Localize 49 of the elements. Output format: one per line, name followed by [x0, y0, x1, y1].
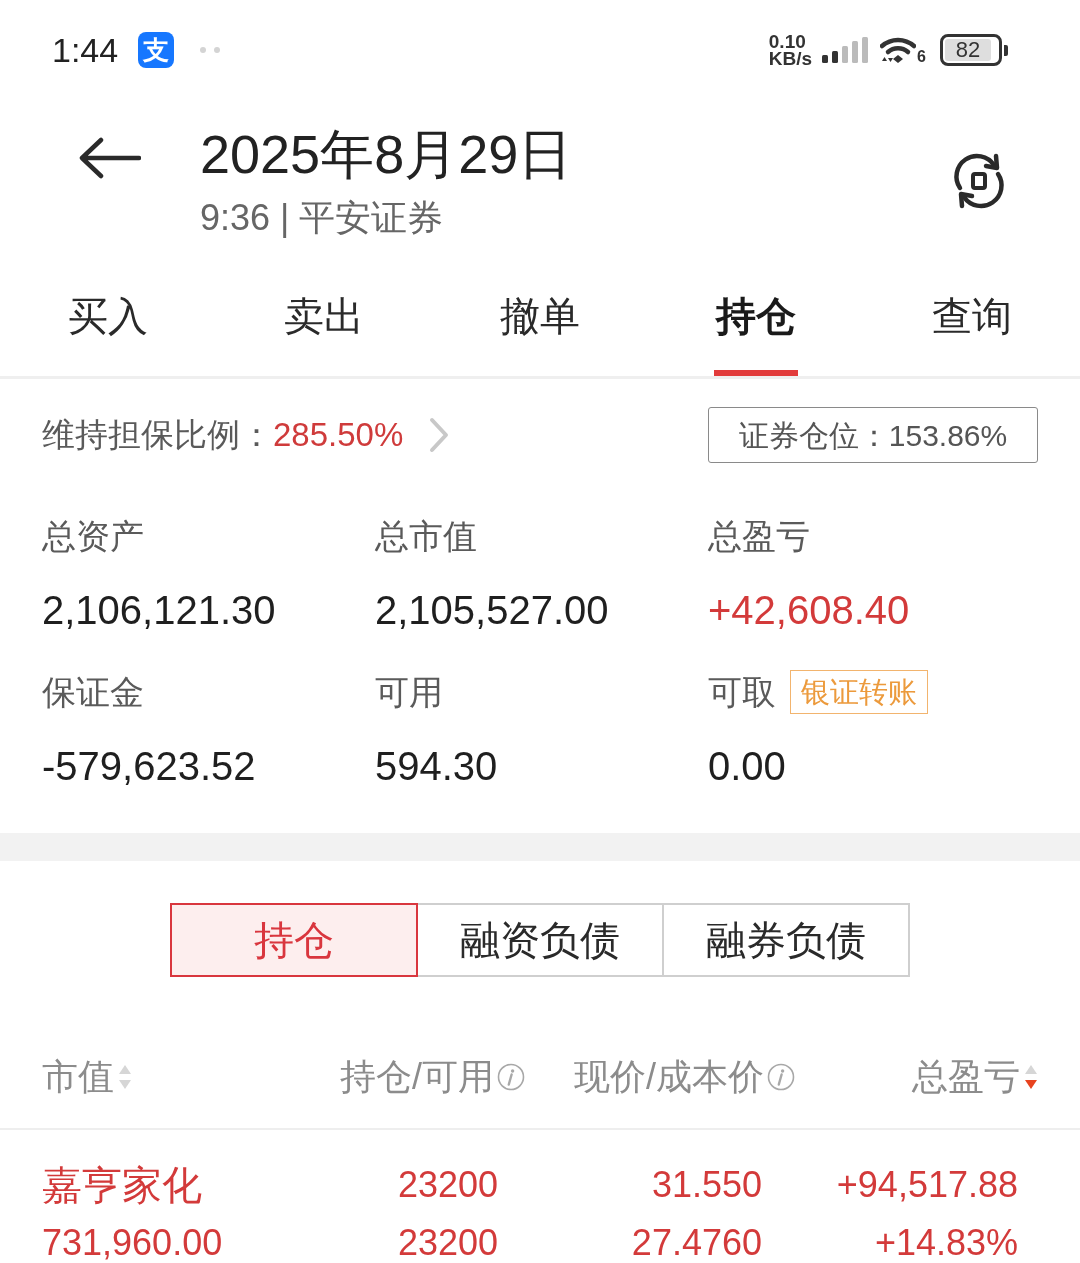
- signal-icon: [822, 37, 869, 63]
- summary-value: +42,608.40: [708, 587, 911, 634]
- holding-tab[interactable]: 融券负债: [662, 903, 910, 977]
- summary-label: 保证金: [42, 672, 144, 712]
- margin-ratio-label: 维持担保比例：: [42, 415, 273, 456]
- summary-label: 总盈亏: [708, 516, 810, 556]
- market-value: 731,960.00: [42, 1223, 224, 1263]
- wifi-icon: [880, 35, 917, 65]
- stock-name: 嘉亨家化: [42, 1165, 203, 1205]
- summary-label: 总资产: [42, 516, 144, 556]
- summary-label: 可用: [375, 672, 443, 712]
- column-header: 现价/成本价: [574, 1054, 764, 1099]
- wifi-standard-label: 6: [917, 49, 926, 65]
- summary-value: 594.30: [375, 743, 499, 790]
- profit-percent: +14.83%: [873, 1223, 1018, 1263]
- page-subtitle: 9:36 | 平安证券: [200, 196, 445, 240]
- info-icon[interactable]: [497, 1062, 525, 1091]
- status-time: 1:44: [52, 33, 119, 67]
- page-title: 2025年8月29日: [200, 123, 573, 186]
- holding-tab[interactable]: 持仓: [170, 903, 418, 977]
- summary-label: 可取: [708, 672, 776, 712]
- total-profit: +94,517.88: [835, 1165, 1018, 1205]
- battery-percent: 82: [945, 39, 991, 61]
- margin-ratio-value: 285.50%: [273, 415, 404, 456]
- position-ratio-label: 证券仓位：153.86%: [708, 407, 1038, 463]
- holding-tab[interactable]: 融资负债: [416, 903, 664, 977]
- trade-tab[interactable]: 卖出: [216, 270, 432, 376]
- summary-value: 2,105,527.00: [375, 587, 610, 634]
- column-header: 持仓/可用: [340, 1054, 494, 1099]
- trade-tab[interactable]: 查询: [864, 270, 1080, 376]
- trade-tab[interactable]: 买入: [0, 270, 216, 376]
- back-button[interactable]: [78, 136, 142, 180]
- summary-value: -579,623.52: [42, 743, 257, 790]
- network-speed-value: 0.10: [768, 33, 807, 50]
- available-quantity: 23200: [396, 1223, 498, 1263]
- network-speed-unit: KB/s: [768, 50, 813, 67]
- summary-value: 2,106,121.30: [42, 587, 277, 634]
- dots-icon: [200, 47, 221, 53]
- summary-label: 总市值: [375, 516, 477, 556]
- chevron-right-icon[interactable]: [429, 417, 450, 453]
- info-icon[interactable]: [767, 1062, 795, 1091]
- app-logo: 支: [138, 32, 175, 68]
- cost-price: 27.4760: [630, 1223, 762, 1263]
- current-price: 31.550: [650, 1165, 762, 1205]
- summary-value: 0.00: [708, 743, 787, 790]
- back-arrow-icon: [79, 137, 141, 179]
- trade-tab[interactable]: 撤单: [432, 270, 648, 376]
- position-quantity: 23200: [396, 1165, 498, 1205]
- trade-tab[interactable]: 持仓: [648, 270, 864, 376]
